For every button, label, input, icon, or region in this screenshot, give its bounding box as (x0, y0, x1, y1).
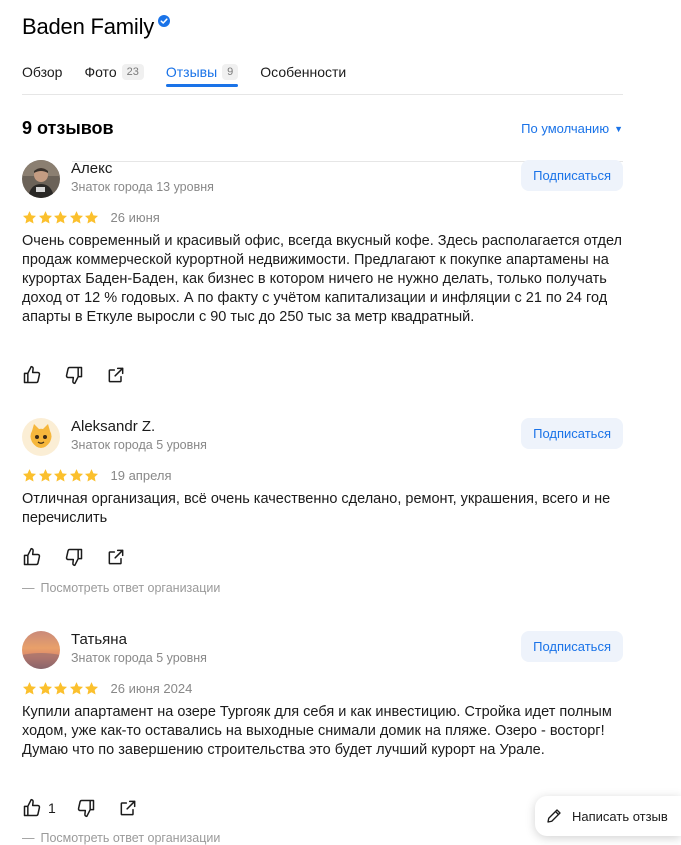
thumbs-up-icon (23, 798, 41, 817)
star-icon (22, 211, 37, 224)
verified-badge-icon (158, 15, 171, 27)
sort-dropdown[interactable]: По умолчанию ▼ (521, 121, 623, 136)
star-rating (22, 210, 100, 225)
review-actions (22, 546, 148, 568)
tab-count-badge: 9 (222, 64, 239, 80)
tab-count-badge: 23 (121, 64, 144, 80)
org-reply-label: Посмотреть ответ организации (40, 581, 221, 595)
thumbs-up-icon (23, 547, 41, 566)
pencil-icon (547, 809, 561, 823)
review-date: 19 апреля (110, 468, 172, 483)
star-icon (38, 469, 52, 482)
org-tabs: Обзор Фото 23 Отзывы 9 Особенности (22, 58, 368, 87)
sort-label: По умолчанию (521, 121, 610, 136)
dash-icon: — (22, 581, 35, 595)
thumbs-down-icon (77, 799, 95, 818)
subscribe-button[interactable]: Подписаться (521, 160, 623, 191)
subscribe-button[interactable]: Подписаться (521, 631, 623, 662)
review-text: Купили апартамент на озере Тургояк для с… (22, 704, 612, 758)
star-icon (84, 211, 99, 224)
star-icon (69, 469, 83, 482)
review-date: 26 июня (110, 210, 160, 225)
tab-reviews[interactable]: Отзывы 9 (165, 58, 239, 87)
review-rating: 19 апреля (22, 468, 172, 483)
chevron-down-icon: ▼ (614, 123, 623, 134)
author-level: Знаток города 13 уровня (71, 180, 214, 194)
dislike-button[interactable] (64, 546, 86, 568)
star-icon (53, 211, 68, 224)
tab-photos[interactable]: Фото 23 (84, 58, 144, 86)
star-icon (84, 469, 99, 482)
dislike-button[interactable] (76, 797, 98, 819)
star-rating (22, 681, 100, 696)
like-button[interactable] (22, 364, 44, 386)
like-count: 1 (48, 800, 56, 816)
review-rating: 26 июня (22, 210, 160, 225)
org-header: Baden Family (22, 14, 171, 40)
like-button[interactable] (22, 797, 44, 819)
dash-icon: — (22, 831, 35, 845)
avatar[interactable] (22, 631, 60, 669)
dislike-button[interactable] (64, 364, 86, 386)
tab-label: Обзор (22, 64, 63, 80)
avatar[interactable] (22, 418, 60, 456)
divider (22, 94, 623, 95)
avatar[interactable] (22, 160, 60, 198)
star-rating (22, 468, 100, 483)
share-button[interactable] (118, 797, 140, 819)
subscribe-button[interactable]: Подписаться (521, 418, 623, 449)
share-icon (120, 800, 136, 816)
write-review-label: Написать отзыв (572, 808, 668, 824)
tab-label: Отзывы (165, 64, 218, 80)
star-icon (69, 211, 83, 224)
thumbs-up-icon (23, 365, 41, 384)
share-button[interactable] (106, 546, 128, 568)
star-icon (22, 469, 37, 482)
org-name: Baden Family (22, 14, 155, 39)
share-icon (108, 549, 124, 565)
star-icon (53, 469, 68, 482)
star-icon (38, 211, 52, 224)
star-icon (53, 682, 68, 695)
write-review-button[interactable]: Написать отзыв (535, 796, 681, 836)
org-reply-link[interactable]: — Посмотреть ответ организации (22, 831, 220, 845)
review-author[interactable]: Татьяна (71, 631, 127, 648)
tab-label: Особенности (260, 64, 347, 80)
reviews-count-title: 9 отзывов (22, 118, 114, 138)
star-icon (69, 682, 83, 695)
review-actions: 1 (22, 797, 160, 819)
review-author[interactable]: Aleksandr Z. (71, 418, 155, 435)
review-author[interactable]: Алекс (71, 160, 112, 177)
review-text: Отличная организация, всё очень качестве… (22, 491, 611, 526)
author-level: Знаток города 5 уровня (71, 438, 207, 452)
review-text: Очень современный и красивый офис, всегд… (22, 233, 623, 325)
share-button[interactable] (106, 364, 128, 386)
tab-overview[interactable]: Обзор (22, 58, 62, 86)
tab-features[interactable]: Особенности (260, 58, 346, 86)
review-date: 26 июня 2024 (110, 681, 193, 696)
review-actions (22, 364, 148, 386)
star-icon (22, 682, 37, 695)
star-icon (84, 682, 99, 695)
org-reply-link[interactable]: — Посмотреть ответ организации (22, 581, 220, 595)
thumbs-down-icon (65, 548, 83, 567)
thumbs-down-icon (65, 366, 83, 385)
like-button[interactable] (22, 546, 44, 568)
share-icon (108, 367, 124, 383)
star-icon (38, 682, 52, 695)
org-reply-label: Посмотреть ответ организации (40, 831, 221, 845)
review-rating: 26 июня 2024 (22, 681, 192, 696)
reviews-header: 9 отзывов По умолчанию ▼ (22, 118, 623, 139)
tab-label: Фото (84, 64, 117, 80)
author-level: Знаток города 5 уровня (71, 651, 207, 665)
